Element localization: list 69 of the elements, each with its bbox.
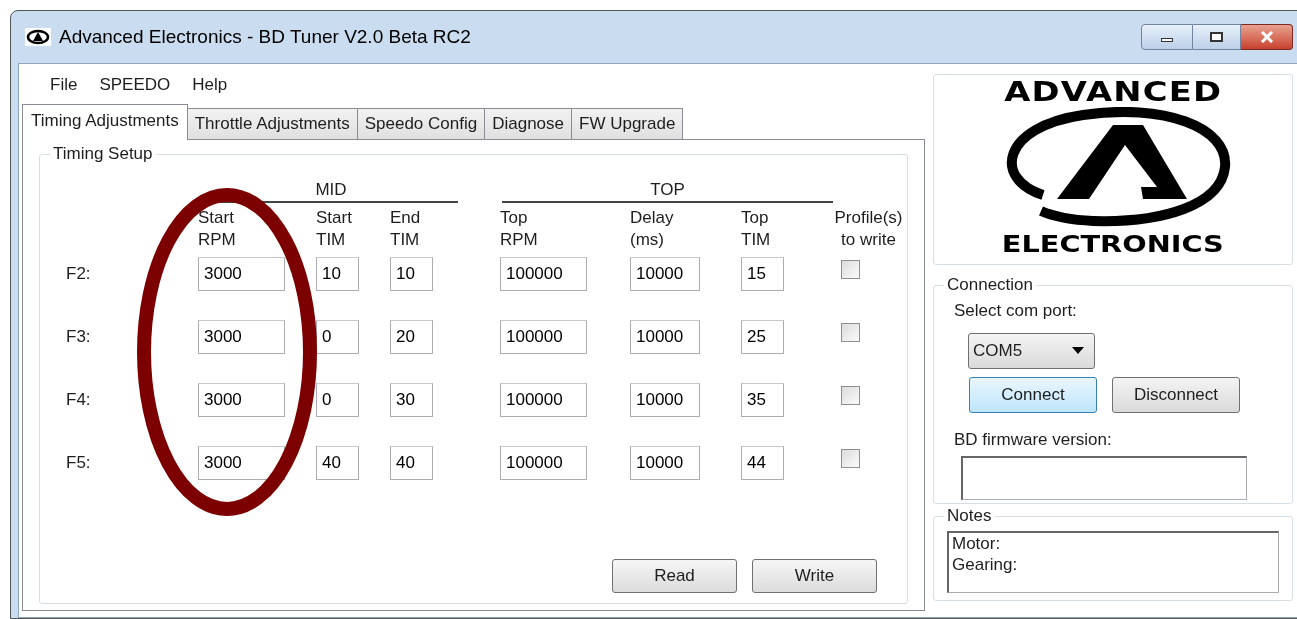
number-field[interactable]: 30 — [390, 383, 433, 417]
number-field[interactable]: 20 — [390, 320, 433, 354]
port-dropdown[interactable]: COM5 — [968, 332, 1095, 369]
checkbox[interactable] — [841, 259, 860, 279]
menu-item[interactable]: File — [48, 72, 80, 98]
group-header: MID — [204, 179, 458, 203]
number-field[interactable]: 100000 — [500, 446, 587, 480]
column-header: Profile(s) to write — [833, 207, 904, 251]
row-label: F4: — [65, 389, 92, 412]
group-header: TOP — [502, 179, 833, 203]
column-header: End TIM — [390, 207, 422, 251]
field-label: BD firmware version: — [954, 428, 1113, 451]
column-header: Start RPM — [198, 207, 237, 251]
number-field[interactable]: 10 — [316, 257, 359, 291]
number-field[interactable]: 25 — [741, 320, 784, 354]
number-field[interactable]: 10000 — [630, 383, 700, 417]
minimize-button[interactable] — [1141, 24, 1193, 50]
number-field[interactable]: 10 — [390, 257, 433, 291]
number-field[interactable]: 0 — [316, 320, 359, 354]
number-field[interactable]: 40 — [316, 446, 359, 480]
button[interactable]: Read — [612, 559, 737, 593]
firmware-field[interactable] — [961, 456, 1247, 500]
connection-button[interactable]: Connect — [969, 376, 1097, 413]
number-field[interactable]: 100000 — [500, 257, 587, 291]
field-label: Select com port: — [954, 300, 1078, 322]
tab[interactable]: Diagnose — [485, 108, 572, 140]
column-header: Delay (ms) — [630, 207, 675, 251]
tab[interactable]: Speedo Config — [357, 108, 486, 140]
number-field[interactable]: 15 — [741, 257, 784, 291]
checkbox[interactable] — [841, 322, 860, 342]
number-field[interactable]: 44 — [741, 446, 784, 480]
tab[interactable]: Timing Adjustments — [22, 104, 188, 140]
number-field[interactable]: 3000 — [198, 383, 285, 417]
number-field[interactable]: 10000 — [630, 320, 700, 354]
button[interactable]: Write — [752, 559, 877, 593]
number-field[interactable]: 3000 — [198, 320, 285, 354]
tab[interactable]: Throttle Adjustments — [187, 108, 358, 140]
caret-icon — [1072, 347, 1084, 354]
row-label: F2: — [65, 263, 92, 286]
logo-text: ELECTRONICS — [1002, 231, 1224, 257]
number-field[interactable]: 35 — [741, 383, 784, 417]
connection-button[interactable]: Disconnect — [1112, 376, 1240, 413]
close-button[interactable] — [1241, 24, 1293, 50]
row-label: F5: — [65, 452, 92, 475]
checkbox[interactable] — [841, 448, 860, 468]
tab[interactable]: FW Upgrade — [572, 108, 684, 140]
notes-line: Gearing: — [952, 554, 1019, 575]
column-header: Top RPM — [500, 207, 539, 251]
maximize-button[interactable] — [1193, 24, 1241, 50]
number-field[interactable]: 0 — [316, 383, 359, 417]
menu-item[interactable]: Help — [190, 72, 230, 98]
row-label: F3: — [65, 326, 92, 349]
number-field[interactable]: 100000 — [500, 320, 587, 354]
number-field[interactable]: 3000 — [198, 446, 285, 480]
logo-icon — [25, 28, 51, 46]
column-header: Start TIM — [316, 207, 353, 251]
window-title: Advanced Electronics - BD Tuner V2.0 Beta RC2 — [59, 24, 471, 49]
number-field[interactable]: 100000 — [500, 383, 587, 417]
logo-text: ADVANCED — [1003, 77, 1223, 107]
notes-line: Motor: — [952, 533, 1002, 554]
group-title: Timing Setup — [50, 144, 156, 164]
notes-field[interactable]: Motor: Gearing: — [947, 531, 1279, 593]
number-field[interactable]: 40 — [390, 446, 433, 480]
number-field[interactable]: 3000 — [198, 257, 285, 291]
close-icon — [1259, 31, 1274, 43]
number-field[interactable]: 10000 — [630, 446, 700, 480]
checkbox[interactable] — [841, 385, 860, 405]
number-field[interactable]: 10000 — [630, 257, 700, 291]
menu-item[interactable]: SPEEDO — [97, 72, 173, 98]
